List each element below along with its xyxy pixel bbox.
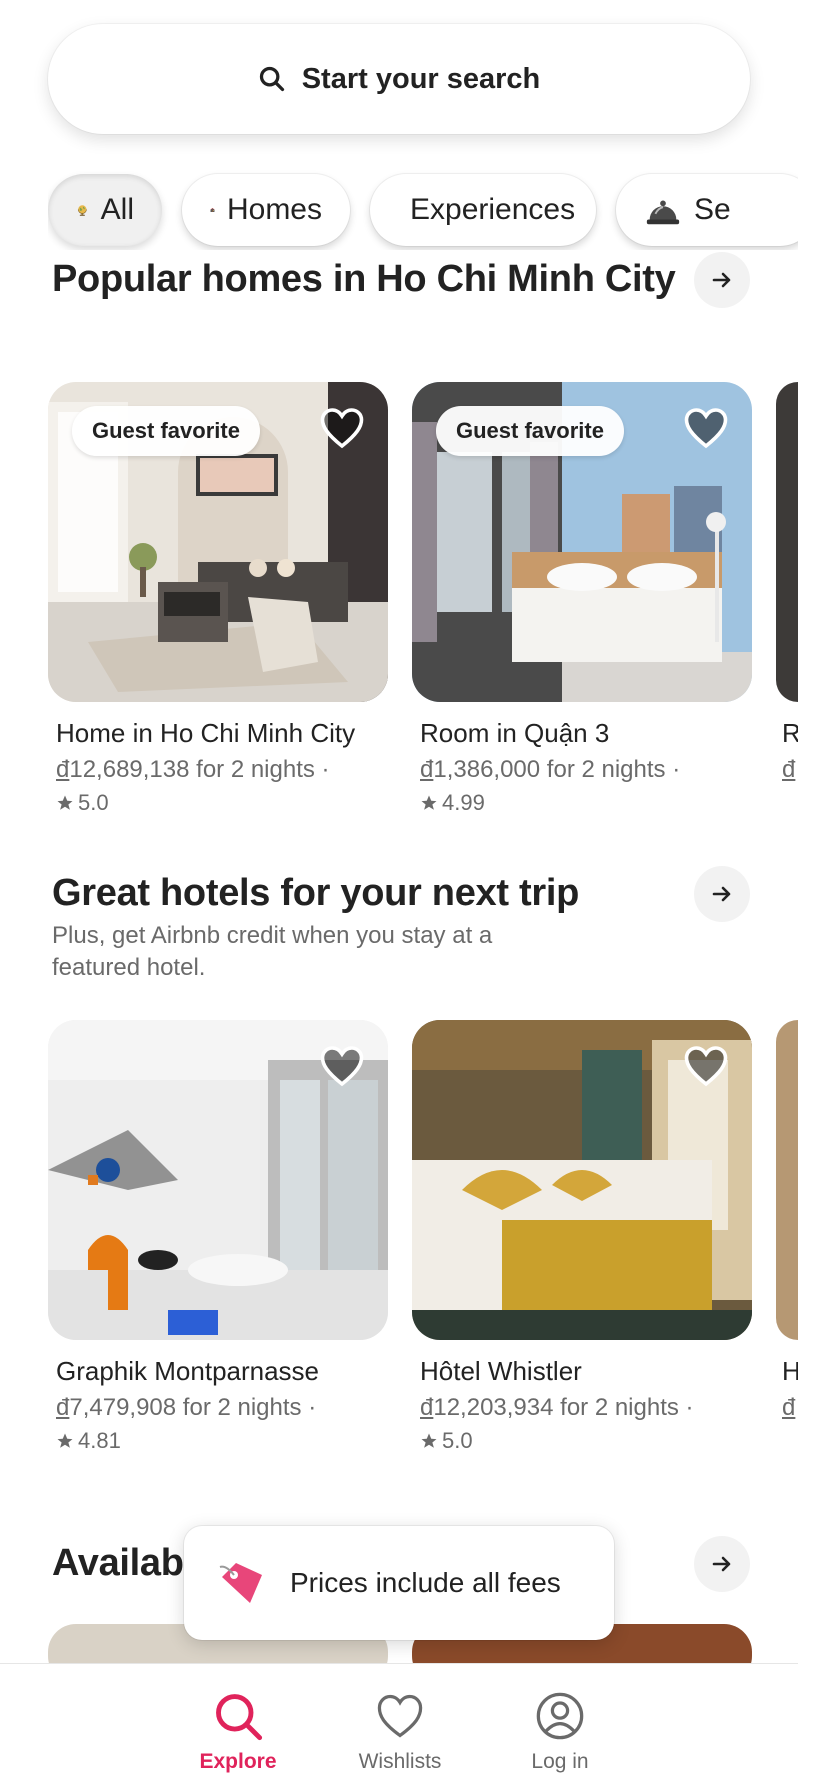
explore-page: Start your search All Homes Experiences …: [0, 0, 798, 1792]
nav-label: Log in: [531, 1750, 589, 1773]
guest-favorite-badge: Guest favorite: [436, 406, 624, 456]
arrow-right-icon: [712, 1556, 731, 1572]
category-services[interactable]: Se: [616, 174, 798, 246]
listing-price: đ12,203,934 for 2 nights ·: [420, 1394, 694, 1421]
heart-icon[interactable]: [318, 404, 366, 452]
category-homes[interactable]: Homes: [182, 174, 350, 246]
star-icon: [57, 1433, 73, 1448]
price-text: 12,203,934 for 2 nights: [433, 1394, 679, 1421]
section-title: Great hotels for your next trip: [52, 872, 580, 914]
listing-photo[interactable]: Guest favorite: [48, 382, 388, 702]
category-label: Se: [694, 193, 731, 226]
price-text: 7,479,908 for 2 nights: [69, 1394, 302, 1421]
rating-value: 5.0: [78, 790, 109, 815]
listing-price: đ: [782, 756, 798, 784]
listing-price: đ1,386,000 for 2 nights ·: [420, 756, 681, 783]
search-bar[interactable]: Start your search: [48, 24, 750, 134]
currency-symbol: đ: [56, 1394, 70, 1421]
search-icon: [259, 66, 284, 92]
listing-title: Home in Ho Chi Minh City: [56, 718, 356, 748]
category-label: Homes: [226, 193, 322, 226]
user-circle-icon: [536, 1692, 584, 1740]
guest-favorite-badge: Guest favorite: [72, 406, 260, 456]
bottom-navigation: Explore Wishlists Log in: [0, 1663, 798, 1792]
search-label: Start your search: [301, 62, 541, 95]
nav-label: Explore: [199, 1750, 277, 1773]
heart-icon[interactable]: [682, 1042, 730, 1090]
star-icon: [421, 795, 437, 810]
listing-rating: 5.0: [56, 790, 109, 816]
section-subtitle: Plus, get Airbnb credit when you stay at…: [52, 922, 493, 981]
listing-price: đ7,479,908 for 2 nights ·: [56, 1394, 317, 1421]
listing-price: đ12,689,138 for 2 nights ·: [56, 756, 330, 783]
search-icon: [216, 1694, 263, 1741]
category-label: Experiences: [410, 193, 576, 226]
listing-rating: 5.0: [420, 1428, 473, 1454]
rating-value: 5.0: [442, 1428, 473, 1453]
star-icon: [421, 1433, 437, 1448]
listing-title: Room in Quận 3: [420, 718, 610, 748]
nav-explore[interactable]: Explore: [178, 1690, 298, 1774]
globe-icon: [77, 205, 87, 216]
listing-rating: 4.81: [56, 1428, 121, 1454]
price-text: 12,689,138 for 2 nights: [69, 756, 315, 783]
listing-rating: 4.99: [420, 790, 485, 816]
house-icon: [210, 207, 215, 212]
section-title: Popular homes in Ho Chi Minh City: [52, 258, 676, 300]
listing-photo[interactable]: [48, 1020, 388, 1340]
currency-symbol: đ: [782, 756, 796, 783]
currency-symbol: đ: [420, 756, 434, 783]
category-all[interactable]: All: [48, 174, 162, 246]
rating-value: 4.81: [78, 1428, 121, 1453]
rating-value: 4.99: [442, 790, 485, 815]
service-bell-icon: [646, 200, 680, 225]
price-tag-icon: [219, 1563, 262, 1603]
currency-symbol: đ: [56, 756, 70, 783]
section-arrow-button[interactable]: [694, 252, 750, 308]
section-arrow-button[interactable]: [694, 866, 750, 922]
nav-wishlists[interactable]: Wishlists: [340, 1690, 460, 1774]
price-text: 1,386,000 for 2 nights: [433, 756, 666, 783]
listing-photo[interactable]: [776, 1020, 798, 1340]
heart-icon: [377, 1694, 423, 1738]
listing-photo[interactable]: [776, 382, 798, 702]
fees-text: Prices include all fees: [290, 1567, 561, 1598]
heart-icon[interactable]: [682, 404, 730, 452]
prices-include-fees-banner[interactable]: Prices include all fees: [184, 1526, 614, 1640]
category-bar: All Homes Experiences Se: [48, 170, 798, 250]
listing-title: Hôtel Whistler: [420, 1356, 582, 1386]
currency-symbol: đ: [782, 1394, 796, 1421]
listing-title: Graphik Montparnasse: [56, 1356, 320, 1386]
nav-log-in[interactable]: Log in: [500, 1690, 620, 1774]
arrow-right-icon: [712, 886, 731, 902]
category-label: All: [100, 193, 134, 226]
currency-symbol: đ: [420, 1394, 434, 1421]
listing-price: đ: [782, 1394, 798, 1422]
category-experiences[interactable]: Experiences: [370, 174, 596, 246]
section-arrow-button[interactable]: [694, 1536, 750, 1592]
arrow-right-icon: [712, 272, 731, 288]
listing-photo[interactable]: Guest favorite: [412, 382, 752, 702]
star-icon: [57, 795, 73, 810]
nav-label: Wishlists: [358, 1750, 442, 1773]
listing-title: H: [782, 1356, 798, 1386]
heart-icon[interactable]: [318, 1042, 366, 1090]
listing-photo[interactable]: [412, 1020, 752, 1340]
listing-title: R: [782, 718, 798, 748]
